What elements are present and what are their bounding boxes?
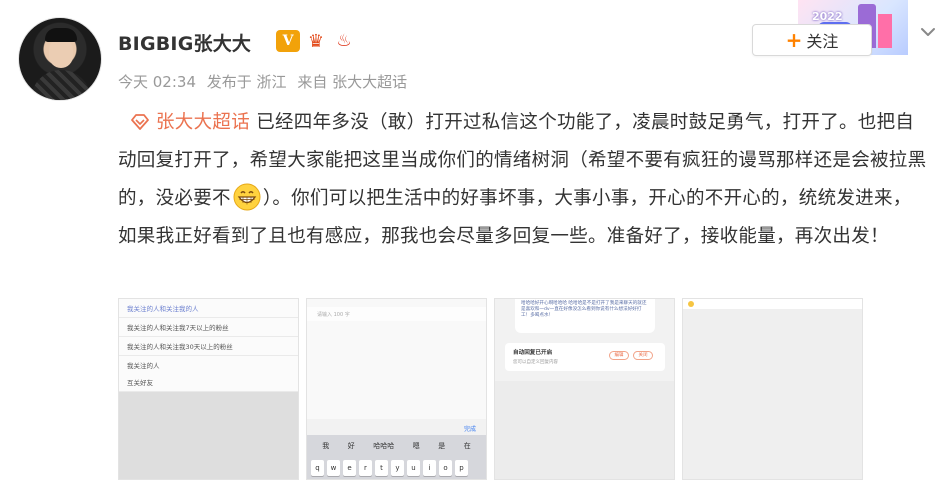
chevron-down-icon[interactable] [918, 22, 938, 42]
image-thumbnail-1[interactable]: 我关注的人和关注我的人 我关注的人和关注我7天以上的粉丝 我关注的人和关注我30… [118, 298, 299, 480]
avatar-hair [45, 28, 77, 42]
suggestion: 是 [438, 442, 446, 450]
card-subtitle: 您可以自定义回复内容 [513, 360, 558, 365]
image-thumbnail-3[interactable]: 哈哈哈好开心啊哈哈哈 哈哈哈是不是打开了我是来聊天的就还是喜欢和一dv一直在好像… [494, 298, 675, 480]
keyboard-suggestions: 我 好 哈哈哈 嗯 是 在 [307, 441, 486, 451]
banner-tower [878, 14, 892, 48]
thumbnail-background [495, 381, 674, 479]
post-location: 发布于 浙江 [206, 73, 287, 91]
key: y [391, 460, 404, 476]
thumbnail-header [683, 299, 862, 309]
image-thumbnail-4[interactable] [682, 298, 863, 480]
key: r [359, 460, 372, 476]
post-body: 张大大超话 已经四年多没（敢）打开过私信这个功能了，凌晨时鼓足勇气，打开了。也把… [118, 104, 928, 256]
thumbnail-background [683, 309, 862, 479]
status-dot-icon [688, 301, 694, 307]
thumbnail-background [119, 392, 298, 479]
post-source[interactable]: 来自 张大大超话 [297, 73, 407, 91]
username[interactable]: BIGBIG张大大 [118, 29, 251, 56]
user-badges: V ♛ ♨ [276, 30, 356, 52]
list-item: 我关注的人和关注我7天以上的粉丝 [119, 318, 298, 337]
suggestion: 在 [463, 442, 471, 450]
flame-icon[interactable]: ♨ [332, 30, 356, 52]
key: u [407, 460, 420, 476]
key: q [311, 460, 324, 476]
suggestion: 好 [347, 442, 355, 450]
key: p [455, 460, 468, 476]
topic-link[interactable]: 张大大超话 [156, 112, 250, 133]
key: o [439, 460, 452, 476]
edit-pill: 编辑 [609, 351, 629, 360]
auto-reply-card: 自动回复已开启 您可以自定义回复内容 编辑 关闭 [505, 343, 665, 371]
chat-message-preview: 哈哈哈好开心啊哈哈哈 哈哈哈是不是打开了我是来聊天的就还是喜欢和一dv一直在好像… [515, 299, 655, 333]
avatar-suit [31, 70, 91, 100]
suggestion: 我 [322, 442, 330, 450]
key: i [423, 460, 436, 476]
list-item: 我关注的人和关注我30天以上的粉丝 [119, 337, 298, 356]
avatar[interactable] [18, 17, 102, 101]
post-time[interactable]: 今天 02:34 [118, 73, 196, 91]
image-grid: 我关注的人和关注我的人 我关注的人和关注我7天以上的粉丝 我关注的人和关注我30… [118, 298, 932, 480]
image-thumbnail-2[interactable]: 请输入 100 字 完成 我 好 哈哈哈 嗯 是 在 q w e r t y u… [306, 298, 487, 480]
key: t [375, 460, 388, 476]
list-item: 互关好友 [119, 373, 298, 392]
key: e [343, 460, 356, 476]
diamond-topic-icon [131, 114, 149, 130]
done-label: 完成 [463, 426, 476, 433]
banner-text: 2022 [812, 10, 843, 23]
post-meta: 今天 02:34 发布于 浙江 来自 张大大超话 [118, 71, 413, 92]
verified-v-icon[interactable]: V [276, 30, 300, 52]
key: w [327, 460, 340, 476]
keyboard-row: q w e r t y u i o p [311, 460, 468, 476]
message-input-preview: 请输入 100 字 [307, 307, 486, 321]
plus-icon: + [785, 28, 803, 52]
list-item: 我关注的人和关注我的人 [119, 299, 298, 318]
suggestion: 嗯 [412, 442, 420, 450]
thumbnail-header [307, 299, 486, 307]
follow-label: 关注 [806, 32, 839, 51]
crown-icon[interactable]: ♛ [304, 30, 328, 52]
avatar-face [49, 38, 73, 68]
follow-button[interactable]: + 关注 [752, 24, 872, 56]
grin-emoji-icon [233, 183, 261, 211]
close-pill: 关闭 [633, 351, 653, 360]
thumbnail-background [307, 321, 486, 419]
suggestion: 哈哈哈 [373, 442, 395, 450]
